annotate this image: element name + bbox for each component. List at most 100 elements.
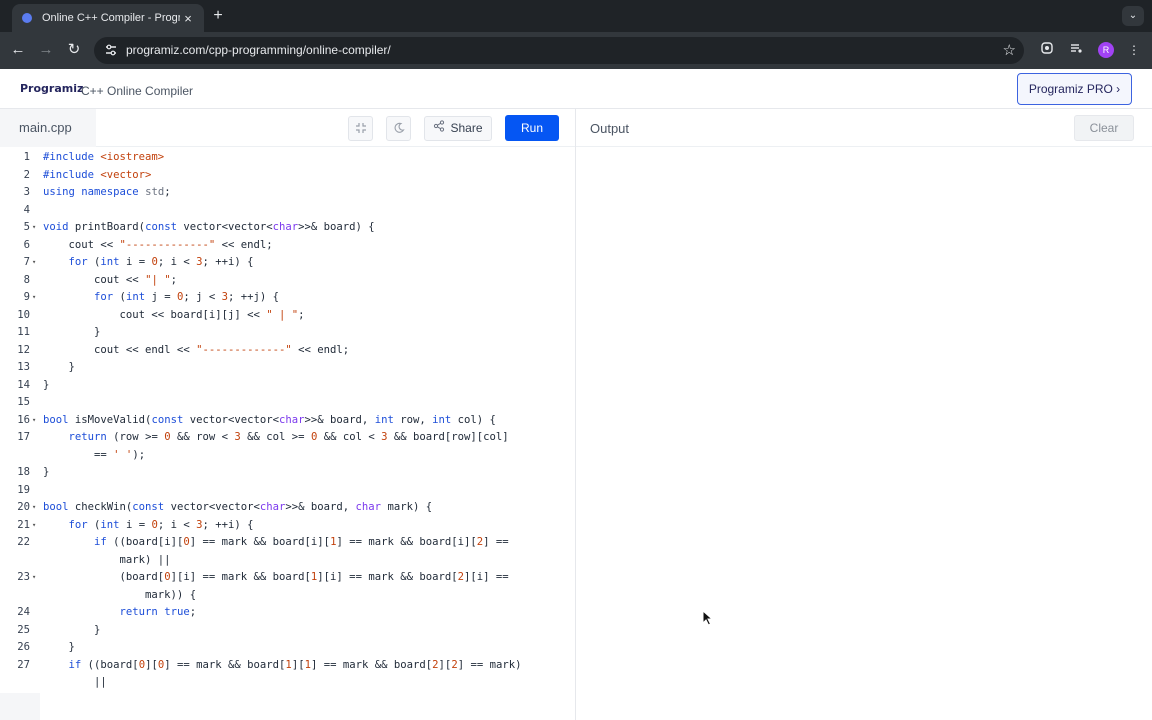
code-text: if ((board[0][0] == mark && board[1][1] …	[68, 658, 522, 671]
run-button[interactable]: Run	[505, 115, 559, 141]
profile-avatar[interactable]: R	[1098, 42, 1114, 58]
tab-search-chevron-icon[interactable]: ⌄	[1122, 6, 1144, 26]
fold-arrow-icon[interactable]: ▾	[32, 517, 36, 535]
line-number: 4	[23, 203, 30, 216]
code-line[interactable]: 27 if ((board[0][0] == mark && board[1][…	[0, 657, 575, 675]
line-number: 13	[17, 361, 30, 373]
code-text: bool isMoveValid(const vector<vector<cha…	[43, 413, 496, 426]
code-line[interactable]: ||	[0, 674, 575, 692]
fold-arrow-icon[interactable]: ▾	[32, 569, 36, 587]
code-text: #include <iostream>	[43, 151, 165, 163]
line-number: 16	[17, 413, 30, 426]
line-number: 21	[17, 518, 30, 531]
forward-arrow-icon[interactable]: →	[36, 40, 56, 60]
code-line[interactable]: 16 ▾ bool isMoveValid(const vector<vector<…	[0, 412, 575, 430]
code-line[interactable]: 15	[0, 394, 575, 412]
browser-menu-icon[interactable]: ⋮	[1125, 41, 1143, 59]
code-line[interactable]: 14}	[0, 377, 575, 395]
line-number: 23	[17, 571, 30, 583]
code-line[interactable]: 22 if ((board[i][0] == mark && board[i][…	[0, 534, 575, 552]
programiz-pro-button[interactable]: Programiz PRO ›	[1017, 73, 1132, 105]
back-arrow-icon[interactable]: ←	[8, 40, 28, 60]
tab-close-icon[interactable]: ×	[180, 11, 196, 26]
file-tab-main-cpp[interactable]: main.cpp	[0, 109, 96, 147]
line-number: 20	[17, 501, 30, 513]
code-text: }	[43, 378, 50, 391]
code-line[interactable]: 1 #include <iostream>	[0, 149, 575, 167]
code-editor[interactable]: 1 #include <iostream> 2 #include <vector> 3 u…	[0, 147, 575, 720]
code-line[interactable]: 23 ▾ (board[0][i] == mark && board[1][i] …	[0, 569, 575, 587]
programiz-logo[interactable]: Programiz	[20, 82, 83, 95]
line-number: 19	[17, 483, 30, 496]
site-info-icon[interactable]	[104, 43, 118, 57]
code-text: #include <vector>	[43, 168, 152, 181]
programiz-favicon-icon	[20, 11, 34, 25]
bookmark-star-icon[interactable]: ☆	[1003, 41, 1016, 59]
code-line[interactable]: 11 }	[0, 324, 575, 342]
tab-title: Online C++ Compiler - Programiz	[42, 12, 180, 24]
code-line[interactable]: 21 ▾ for (int i = 0; i < 3; ++i) {	[0, 517, 575, 535]
code-text: (board[0][i] == mark && board[1][i] == m…	[43, 571, 509, 583]
fullscreen-collapse-icon[interactable]	[348, 116, 373, 141]
code-line[interactable]: 4	[0, 202, 575, 220]
clear-button[interactable]: Clear	[1074, 115, 1134, 141]
line-number: 10	[17, 308, 30, 321]
line-number: 17	[17, 431, 30, 443]
code-line[interactable]: 26 }	[0, 639, 575, 657]
code-line[interactable]: 25 }	[0, 622, 575, 640]
code-line[interactable]: 20 ▾ bool checkWin(const vector<vector<cha…	[0, 499, 575, 517]
code-line[interactable]: mark)) {	[0, 587, 575, 605]
line-number: 27	[17, 658, 30, 671]
code-line[interactable]: mark) ||	[0, 552, 575, 570]
code-text: }	[43, 466, 50, 478]
site-header: Programiz C++ Online Compiler	[0, 69, 1152, 109]
code-line[interactable]: == ' ');	[0, 447, 575, 465]
line-number: 7	[23, 256, 30, 268]
code-text: == ' ');	[43, 448, 146, 461]
line-number: 14	[17, 378, 30, 391]
code-line[interactable]: 13 }	[0, 359, 575, 377]
code-text: using namespace std;	[43, 186, 171, 198]
code-line[interactable]: 8 cout << "| ";	[0, 272, 575, 290]
line-number: 22	[17, 536, 30, 548]
code-text: cout << board[i][j] << " | ";	[43, 308, 305, 321]
code-line[interactable]: 19	[0, 482, 575, 500]
editor-toolbar: main.cpp Share	[0, 109, 575, 147]
fold-arrow-icon[interactable]: ▾	[32, 289, 36, 307]
code-line[interactable]: 6 cout << "-------------" << endl;	[0, 237, 575, 255]
code-line[interactable]: 7 ▾ for (int i = 0; i < 3; ++i) {	[0, 254, 575, 272]
line-number: 8	[23, 273, 30, 286]
code-line[interactable]: 12 cout << endl << "-------------" << en…	[0, 342, 575, 360]
fold-arrow-icon[interactable]: ▾	[32, 219, 36, 237]
fold-arrow-icon[interactable]: ▾	[32, 499, 36, 517]
url-text[interactable]: programiz.com/cpp-programming/online-com…	[126, 43, 391, 57]
extension-icon[interactable]	[1038, 41, 1056, 59]
media-queue-icon[interactable]	[1067, 41, 1085, 59]
share-button[interactable]: Share	[424, 116, 492, 141]
code-line[interactable]: 10 cout << board[i][j] << " | ";	[0, 307, 575, 325]
code-line[interactable]: 24 return true;	[0, 604, 575, 622]
code-line[interactable]: 3 using namespace std;	[0, 184, 575, 202]
code-text: }	[43, 641, 75, 653]
code-line[interactable]: 9 ▾ for (int j = 0; j < 3; ++j) {	[0, 289, 575, 307]
new-tab-icon[interactable]: +	[208, 6, 228, 26]
code-text: if ((board[i][0] == mark && board[i][1] …	[94, 536, 509, 548]
dark-mode-moon-icon[interactable]	[386, 116, 411, 141]
address-bar[interactable]: programiz.com/cpp-programming/online-com…	[94, 37, 1024, 64]
line-number: 5	[23, 221, 30, 233]
fold-arrow-icon[interactable]: ▾	[32, 412, 36, 430]
code-line[interactable]: 2 #include <vector>	[0, 167, 575, 185]
code-text: return true;	[119, 606, 197, 618]
browser-tab[interactable]: Online C++ Compiler - Programiz ×	[12, 4, 204, 32]
fold-arrow-icon[interactable]: ▾	[32, 254, 36, 272]
code-line[interactable]: 18}	[0, 464, 575, 482]
code-line[interactable]: 5 ▾ void printBoard(const vector<vector<ch…	[0, 219, 575, 237]
code-text: }	[43, 361, 75, 373]
code-line[interactable]: 17 return (row >= 0 && row < 3 && col >=…	[0, 429, 575, 447]
line-number: 1	[23, 151, 30, 163]
code-text: for (int j = 0; j < 3; ++j) {	[94, 291, 280, 303]
reload-icon[interactable]: ↻	[64, 40, 84, 60]
code-text: for (int i = 0; i < 3; ++i) {	[68, 518, 254, 531]
code-text: }	[43, 623, 101, 636]
output-toolbar: Output Clear	[576, 109, 1152, 147]
